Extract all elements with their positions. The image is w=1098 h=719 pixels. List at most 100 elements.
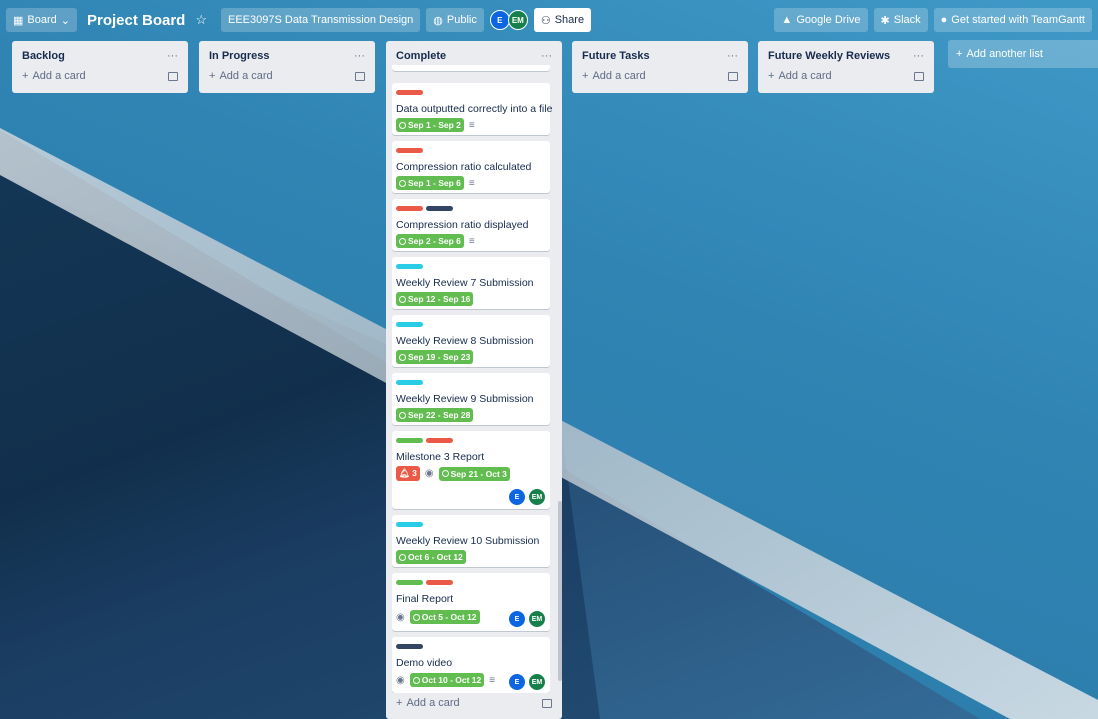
- card-title: Demo video: [396, 657, 453, 669]
- due-badge[interactable]: Oct 5 - Oct 12: [409, 610, 480, 624]
- card[interactable]: Weekly Review 10 Submission Oct 6 - Oct …: [392, 515, 550, 567]
- list-title[interactable]: Future Tasks: [582, 50, 650, 62]
- avatar[interactable]: E: [508, 673, 526, 691]
- star-icon[interactable]: ☆: [195, 12, 207, 28]
- card-title: Compression ratio calculated: [396, 161, 532, 173]
- due-date: Sep 1 - Sep 2: [408, 120, 461, 130]
- due-badge[interactable]: Oct 10 - Oct 12: [409, 673, 485, 687]
- board-icon: ▦: [13, 14, 24, 27]
- add-card-button[interactable]: + Add a card: [12, 64, 188, 88]
- due-badge[interactable]: Sep 12 - Sep 16: [396, 292, 474, 306]
- share-label: Share: [554, 14, 585, 26]
- card[interactable]: Milestone 3 Report 🔔︎ 3 ◉ Sep 21 - Oct 3…: [392, 431, 550, 509]
- bell-icon: 🔔︎: [399, 468, 410, 478]
- teamgantt-label: Get started with TeamGantt: [951, 14, 1085, 26]
- more-icon[interactable]: ···: [167, 50, 178, 62]
- card-title: Milestone 3 Report: [396, 451, 485, 463]
- slack-label: Slack: [893, 14, 921, 26]
- notification-badge[interactable]: 🔔︎ 3: [396, 466, 420, 481]
- card-partial[interactable]: [392, 65, 550, 71]
- list-title[interactable]: Future Weekly Reviews: [768, 50, 890, 62]
- card-title: Weekly Review 10 Submission: [396, 535, 540, 547]
- list-in-progress: In Progress ··· + Add a card: [199, 41, 375, 93]
- add-card-button[interactable]: + Add a card: [386, 691, 562, 715]
- due-badge[interactable]: Sep 19 - Sep 23: [396, 350, 474, 364]
- card[interactable]: Final Report ◉ Oct 5 - Oct 12 E EM: [392, 573, 550, 631]
- board-members: E EM: [489, 10, 528, 30]
- label-cyan: [396, 522, 423, 527]
- avatar[interactable]: EM: [507, 10, 528, 30]
- plus-icon: +: [209, 70, 216, 82]
- card-title: Data outputted correctly into a file: [396, 103, 553, 115]
- avatar[interactable]: EM: [528, 673, 546, 691]
- description-icon: ≡: [468, 177, 475, 189]
- card-template-icon[interactable]: [542, 698, 552, 708]
- label-red: [426, 580, 453, 585]
- visibility-button[interactable]: ◍ Public: [426, 8, 484, 32]
- add-list-button[interactable]: + Add another list: [948, 40, 1098, 68]
- list-scrollbar[interactable]: [558, 501, 562, 681]
- card[interactable]: Data outputted correctly into a file Sep…: [392, 83, 553, 135]
- list-title[interactable]: Complete: [396, 50, 446, 62]
- workspace-button[interactable]: EEE3097S Data Transmission Design: [221, 8, 421, 32]
- card-template-icon[interactable]: [728, 71, 738, 81]
- due-date: Sep 19 - Sep 23: [408, 352, 471, 362]
- label-red: [396, 148, 423, 153]
- card[interactable]: Compression ratio calculated Sep 1 - Sep…: [392, 141, 550, 193]
- board-view-switcher[interactable]: ▦ Board ⌄: [6, 8, 77, 32]
- list-title[interactable]: Backlog: [22, 50, 65, 62]
- due-badge[interactable]: Sep 21 - Oct 3: [438, 466, 510, 481]
- label-navy: [426, 206, 453, 211]
- label-green: [396, 438, 423, 443]
- card[interactable]: Demo video ◉ Oct 10 - Oct 12 ≡ E EM: [392, 637, 550, 693]
- more-icon[interactable]: ···: [541, 50, 552, 62]
- add-card-label: Add a card: [592, 70, 646, 82]
- teamgantt-button[interactable]: ● Get started with TeamGantt: [933, 8, 1092, 32]
- due-badge[interactable]: Sep 22 - Sep 28: [396, 408, 474, 422]
- due-badge[interactable]: Oct 6 - Oct 12: [396, 550, 466, 564]
- add-card-label: Add a card: [406, 697, 460, 709]
- due-badge[interactable]: Sep 2 - Sep 6: [396, 234, 464, 248]
- board-title[interactable]: Project Board: [87, 12, 185, 29]
- list-title[interactable]: In Progress: [209, 50, 270, 62]
- card[interactable]: Weekly Review 8 Submission Sep 19 - Sep …: [392, 315, 550, 367]
- add-card-button[interactable]: + Add a card: [572, 64, 748, 88]
- more-icon[interactable]: ···: [354, 50, 365, 62]
- card-list[interactable]: Data outputted correctly into a file Sep…: [392, 65, 556, 693]
- board-header: ▦ Board ⌄ Project Board ☆ EEE3097S Data …: [0, 0, 1098, 40]
- add-card-button[interactable]: + Add a card: [199, 64, 375, 88]
- avatar[interactable]: E: [489, 10, 510, 30]
- avatar[interactable]: E: [508, 610, 526, 628]
- clock-icon: [399, 295, 406, 303]
- avatar[interactable]: E: [508, 488, 526, 506]
- due-date: Oct 5 - Oct 12: [421, 612, 477, 622]
- google-drive-button[interactable]: ▲ Google Drive: [774, 8, 868, 32]
- card-template-icon[interactable]: [168, 71, 178, 81]
- avatar[interactable]: EM: [528, 610, 546, 628]
- due-badge[interactable]: Sep 1 - Sep 2: [396, 118, 464, 132]
- card[interactable]: Weekly Review 9 Submission Sep 22 - Sep …: [392, 373, 550, 425]
- avatar[interactable]: EM: [528, 488, 546, 506]
- clock-icon: [412, 676, 420, 684]
- card[interactable]: Compression ratio displayed Sep 2 - Sep …: [392, 199, 550, 251]
- card[interactable]: Weekly Review 7 Submission Sep 12 - Sep …: [392, 257, 550, 309]
- label-cyan: [396, 322, 423, 327]
- due-date: Sep 12 - Sep 16: [408, 294, 471, 304]
- card-template-icon[interactable]: [914, 71, 924, 81]
- user-add-icon: ⚇: [540, 14, 551, 27]
- list-future-tasks: Future Tasks ··· + Add a card: [572, 41, 748, 93]
- due-badge[interactable]: Sep 1 - Sep 6: [396, 176, 464, 190]
- clock-icon: [441, 470, 449, 477]
- label-cyan: [396, 264, 423, 269]
- card-members: E EM: [508, 673, 546, 691]
- more-icon[interactable]: ···: [727, 50, 738, 62]
- info-icon: ●: [940, 14, 948, 26]
- slack-button[interactable]: ✱ Slack: [873, 8, 928, 32]
- card-template-icon[interactable]: [355, 71, 365, 81]
- clock-icon: [399, 411, 406, 419]
- add-card-label: Add a card: [219, 70, 273, 82]
- share-button[interactable]: ⚇ Share: [533, 8, 592, 32]
- add-card-button[interactable]: + Add a card: [758, 64, 934, 88]
- more-icon[interactable]: ···: [913, 50, 924, 62]
- due-date: Sep 21 - Oct 3: [450, 468, 507, 479]
